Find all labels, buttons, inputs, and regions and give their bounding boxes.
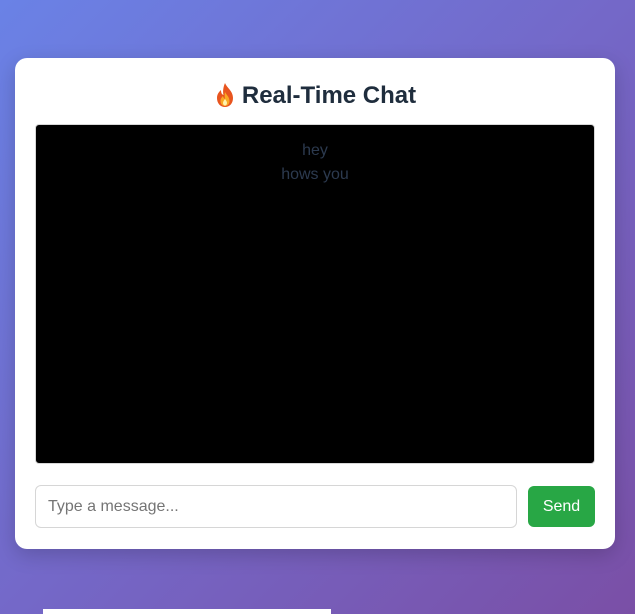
page-title: Real-Time Chat [15, 80, 615, 112]
fire-icon [216, 83, 233, 107]
chat-message: hey [302, 142, 328, 159]
message-list[interactable]: hey hows you [35, 124, 595, 464]
chat-card: Real-Time Chat hey hows you Send [15, 58, 615, 549]
app-title-text: Real-Time Chat [241, 82, 417, 109]
chat-message: hows you [281, 166, 349, 183]
message-input[interactable] [35, 485, 517, 528]
bottom-panel-edge [43, 609, 331, 614]
send-button[interactable]: Send [528, 486, 595, 527]
composer: Send [35, 485, 595, 529]
